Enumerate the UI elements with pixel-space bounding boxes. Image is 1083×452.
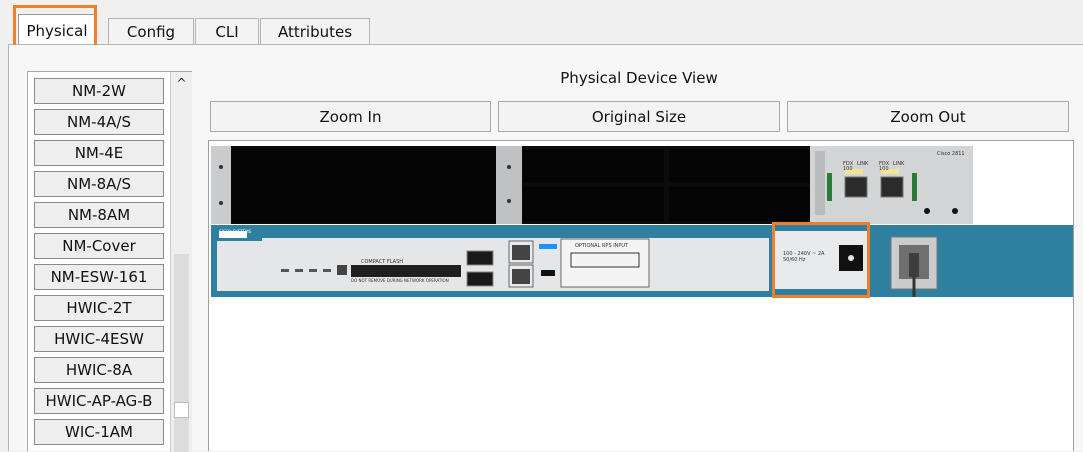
tab-config-label: Config: [126, 22, 176, 41]
port-led-label-link: LINK: [857, 161, 869, 167]
module-label: NM-8A/S: [67, 175, 131, 193]
module-label: HWIC-2T: [66, 299, 132, 317]
fa0-1-port-icon[interactable]: [880, 176, 904, 198]
fa0-0-port-icon[interactable]: [844, 176, 868, 198]
module-label: NM-8AM: [67, 206, 131, 224]
module-label: NM-4A/S: [67, 113, 131, 131]
zoom-in-button[interactable]: Zoom In: [210, 101, 491, 132]
module-item[interactable]: NM-4A/S: [34, 109, 164, 135]
router-chassis: Cisco 2811: [211, 146, 1073, 297]
module-list: NM-2W NM-4A/S NM-4E NM-8A/S NM-8AM NM-Co…: [27, 71, 192, 452]
aux-port-icon[interactable]: [512, 269, 530, 284]
hwic-slot-0[interactable]: [523, 149, 664, 183]
module-item[interactable]: NM-2W: [34, 78, 164, 104]
module-item[interactable]: NM-Cover: [34, 233, 164, 259]
usb-port-0-icon[interactable]: [466, 250, 494, 266]
module-list-scrollbar[interactable]: ^: [170, 72, 192, 452]
compact-flash-bar: [351, 265, 461, 277]
zoom-in-label: Zoom In: [319, 107, 382, 126]
module-label: HWIC-8A: [65, 361, 133, 379]
scrollbar-track[interactable]: [174, 254, 189, 452]
module-label: WIC-1AM: [65, 423, 133, 441]
nm-slot-blank[interactable]: [231, 148, 496, 222]
tab-cli[interactable]: CLI: [195, 18, 259, 44]
tab-strip: Physical Config CLI Attributes: [8, 0, 1083, 46]
module-item[interactable]: HWIC-AP-AG-B: [34, 388, 164, 414]
usb-port-1-icon[interactable]: [466, 271, 494, 287]
module-label: NM-4E: [74, 144, 124, 162]
module-label: NM-Cover: [62, 237, 136, 255]
port-led-label-link-2: LINK: [893, 161, 905, 167]
scrollbar-thumb[interactable]: [174, 402, 189, 418]
physical-device-view-title: Physical Device View: [560, 69, 718, 87]
module-item[interactable]: NM-4E: [34, 140, 164, 166]
device-dialog: Physical Config CLI Attributes NM-2W NM-…: [0, 0, 1083, 452]
hwic-slot-1[interactable]: [669, 149, 810, 183]
tab-cli-label: CLI: [215, 22, 239, 41]
slot-divider: [496, 146, 522, 224]
cisco-logo-text: CISCO SYSTEMS: [219, 229, 252, 234]
hwic-slot-2[interactable]: [523, 187, 664, 221]
module-label: NM-ESW-161: [50, 268, 148, 286]
hwic-slot-3[interactable]: [669, 187, 810, 221]
compact-flash-label: COMPACT FLASH: [361, 259, 404, 265]
module-label: HWIC-4ESW: [54, 330, 144, 348]
zoom-out-label: Zoom Out: [890, 107, 966, 126]
module-item[interactable]: HWIC-8A: [34, 357, 164, 383]
zoom-out-button[interactable]: Zoom Out: [787, 101, 1069, 132]
port-led-label-100: 100: [843, 166, 853, 172]
tab-physical-label: Physical: [26, 21, 88, 40]
rps-input-label: OPTIONAL RPS INPUT: [575, 243, 629, 249]
device-canvas: Cisco 2811 CISCO SYSTEMS COMPACT FLASH D…: [208, 140, 1074, 451]
tab-physical[interactable]: Physical: [18, 14, 96, 46]
slot-left-frame: [211, 146, 231, 224]
module-item[interactable]: NM-ESW-161: [34, 264, 164, 290]
module-label: HWIC-AP-AG-B: [45, 392, 153, 410]
compact-flash-warning: DO NOT REMOVE DURING NETWORK OPERATION: [351, 278, 449, 283]
original-size-button[interactable]: Original Size: [498, 101, 780, 132]
console-port-icon[interactable]: [512, 245, 530, 260]
module-label: NM-2W: [72, 82, 126, 100]
original-size-label: Original Size: [591, 107, 687, 126]
module-item[interactable]: NM-8A/S: [34, 171, 164, 197]
compact-flash-slot-icon: [337, 265, 347, 275]
module-item[interactable]: WIC-1AM: [34, 419, 164, 445]
scroll-up-arrow-icon[interactable]: ^: [171, 72, 192, 94]
tab-attributes-label: Attributes: [277, 22, 353, 41]
tab-attributes[interactable]: Attributes: [260, 18, 370, 44]
module-item[interactable]: NM-8AM: [34, 202, 164, 228]
power-rating-label: 100 - 240V ~ 2A 50/60 Hz: [783, 251, 825, 263]
cisco-model-label: Cisco 2811: [937, 151, 965, 157]
tab-config[interactable]: Config: [108, 18, 194, 44]
port-led-label-100-2: 100: [879, 166, 889, 172]
module-item[interactable]: HWIC-2T: [34, 295, 164, 321]
module-item[interactable]: HWIC-4ESW: [34, 326, 164, 352]
